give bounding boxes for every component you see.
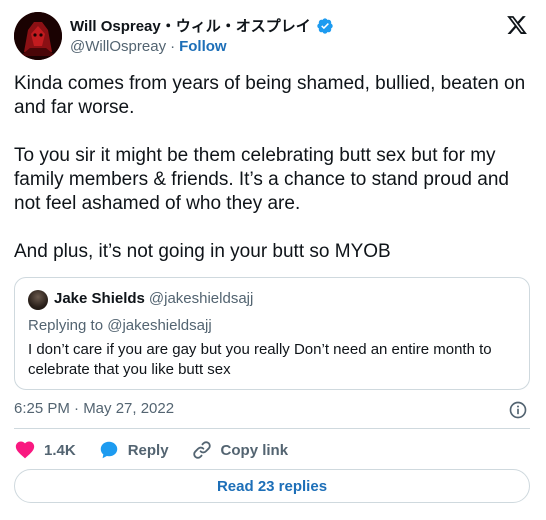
tweet-embed-card: Will Ospreay・ウィル・オスプレイ @WillOspreay · Foll… [0, 0, 546, 520]
author-avatar[interactable] [14, 12, 62, 60]
author-name-row: Will Ospreay・ウィル・オスプレイ [70, 15, 334, 36]
quoted-author-avatar [28, 290, 48, 310]
copy-link-button[interactable]: Copy link [191, 439, 289, 461]
divider [14, 428, 530, 429]
read-replies-button[interactable]: Read 23 replies [14, 469, 530, 503]
verified-badge-icon [316, 17, 334, 35]
reply-bubble-icon [98, 439, 120, 461]
link-icon [191, 439, 213, 461]
tweet-text: Kinda comes from years of being shamed, … [14, 72, 534, 264]
quoted-author-name: Jake Shields [54, 290, 145, 307]
tweet-paragraph: Kinda comes from years of being shamed, … [14, 73, 526, 118]
like-count: 1.4K [44, 441, 76, 459]
separator-dot: · [170, 38, 176, 55]
copy-link-label: Copy link [220, 441, 289, 459]
quoted-tweet-text: I don’t care if you are gay but you real… [28, 341, 492, 378]
reply-button[interactable]: Reply [98, 439, 169, 461]
author-handle-row: @WillOspreay · Follow [70, 38, 227, 55]
quoted-tweet[interactable]: Jake Shields @jakeshieldsajj Replying to … [14, 277, 530, 390]
quoted-author-row: Jake Shields @jakeshieldsajj [54, 290, 253, 307]
author-handle[interactable]: @WillOspreay [70, 38, 166, 55]
tweet-paragraph: To you sir it might be them celebrating … [14, 145, 509, 214]
heart-icon [14, 439, 36, 461]
x-logo-icon[interactable] [506, 14, 528, 36]
follow-button[interactable]: Follow [179, 38, 227, 55]
author-display-name[interactable]: Will Ospreay・ウィル・オスプレイ [70, 15, 311, 36]
quoted-author-handle: @jakeshieldsajj [148, 290, 254, 307]
tweet-timestamp[interactable]: 6:25 PM · May 27, 2022 [14, 400, 174, 417]
info-icon[interactable] [508, 400, 528, 420]
action-bar: 1.4K Reply Copy link [14, 438, 310, 462]
quoted-replying-to: Replying to @jakeshieldsajj [28, 317, 212, 334]
reply-label: Reply [127, 441, 169, 459]
like-button[interactable]: 1.4K [14, 439, 76, 461]
tweet-paragraph: And plus, it’s not going in your butt so… [14, 241, 391, 262]
